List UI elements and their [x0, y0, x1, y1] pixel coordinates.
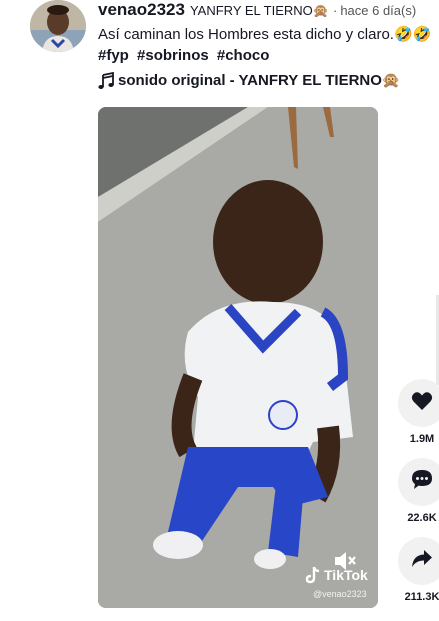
hashtag-link[interactable]: #fyp: [98, 47, 129, 64]
author-row: venao2323 YANFRY EL TIERNO🙊 · hace 6 día…: [98, 0, 439, 22]
author-nickname[interactable]: YANFRY EL TIERNO🙊: [190, 3, 329, 19]
video-frame: [98, 107, 378, 608]
author-username[interactable]: venao2323: [98, 0, 185, 20]
heart-icon: [411, 391, 433, 416]
caption-text: Así caminan los Hombres esta dicho y cla…: [98, 26, 432, 43]
like-count: 1.9M: [409, 433, 435, 445]
share-button[interactable]: [398, 537, 439, 585]
share-count: 211.3K: [404, 591, 439, 603]
post-header: venao2323 YANFRY EL TIERNO🙊 · hace 6 día…: [98, 0, 439, 92]
hashtag-link[interactable]: #sobrinos: [137, 47, 209, 64]
author-avatar[interactable]: [30, 0, 86, 52]
hashtag-list: #fyp #sobrinos #choco: [98, 45, 439, 67]
share-arrow-icon: [411, 549, 433, 573]
watermark-handle: @venao2323: [313, 589, 367, 599]
tiktok-watermark: TikTok: [305, 566, 368, 584]
separator-dot: ·: [332, 3, 338, 18]
video-player[interactable]: TikTok @venao2323: [98, 107, 378, 608]
music-title: sonido original - YANFRY EL TIERNO🙊: [118, 72, 401, 89]
music-note-icon: [98, 71, 114, 90]
music-link[interactable]: sonido original - YANFRY EL TIERNO🙊: [98, 70, 439, 92]
comment-action: 22.6K: [397, 458, 439, 524]
like-button[interactable]: [398, 379, 439, 427]
tiktok-logo-icon: [305, 566, 321, 584]
hashtag-link[interactable]: #choco: [217, 47, 270, 64]
like-action: 1.9M: [397, 379, 439, 445]
share-action: 211.3K: [397, 537, 439, 603]
comment-button[interactable]: [398, 458, 439, 506]
comment-icon: [411, 469, 433, 495]
watermark-brand: TikTok: [324, 567, 368, 583]
post-time: hace 6 día(s): [340, 3, 417, 18]
comment-count: 22.6K: [407, 512, 437, 524]
